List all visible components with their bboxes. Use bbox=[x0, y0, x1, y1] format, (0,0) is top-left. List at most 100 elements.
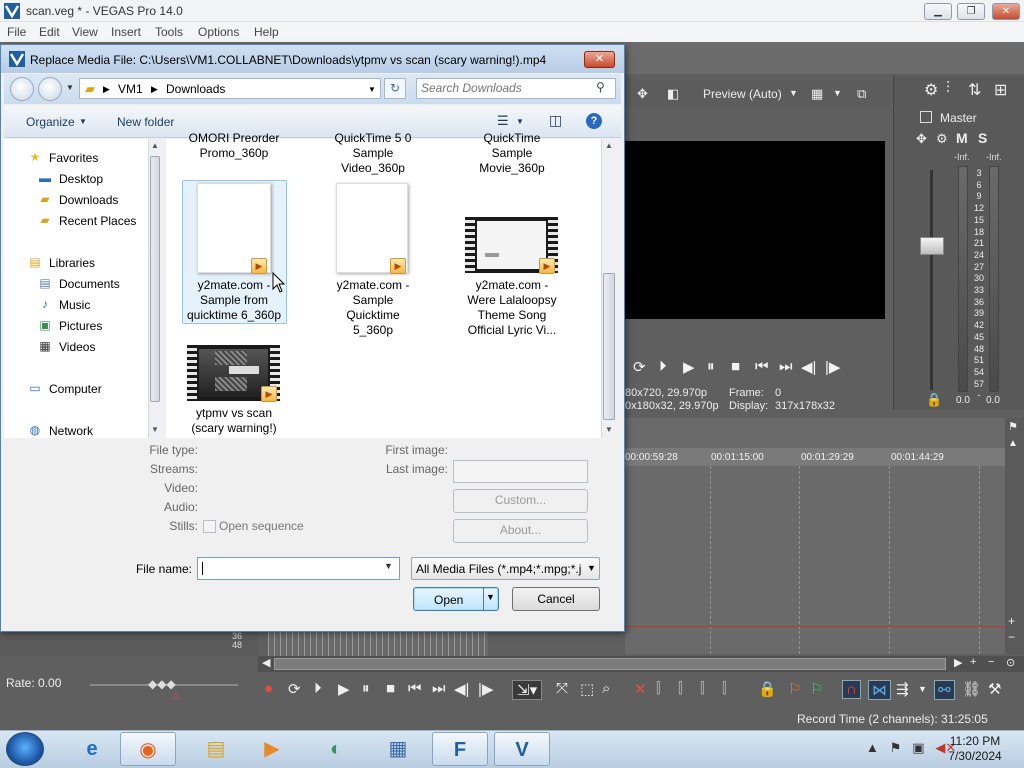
forward-button[interactable] bbox=[38, 77, 62, 101]
pause-icon[interactable]: ⏸ bbox=[362, 680, 370, 697]
nav-favorites[interactable]: ★ Favorites bbox=[30, 150, 99, 165]
file-item-quicktime5-video[interactable]: QuickTime 5 0 Sample Video_360p bbox=[313, 131, 433, 176]
organize-button[interactable]: Organize bbox=[26, 115, 75, 129]
scroll-up-icon[interactable]: ▲ bbox=[1008, 438, 1018, 449]
change-view-icon[interactable]: ☰ bbox=[497, 113, 509, 129]
play-icon[interactable]: ▶ bbox=[338, 680, 350, 698]
last-image-field[interactable] bbox=[453, 460, 588, 483]
file-name-input[interactable] bbox=[201, 561, 379, 575]
scroll-right-icon[interactable]: ▶ bbox=[954, 656, 962, 669]
mute-button[interactable]: M bbox=[956, 130, 968, 146]
menu-insert[interactable]: Insert bbox=[111, 25, 141, 39]
nav-videos[interactable]: ▦ Videos bbox=[39, 339, 95, 354]
loop-icon[interactable]: ⟳ bbox=[288, 680, 301, 698]
flag-icon[interactable]: ⚑ bbox=[890, 740, 902, 755]
file-list-scroll-thumb[interactable] bbox=[603, 273, 615, 420]
scroll-down-icon[interactable]: ▼ bbox=[151, 425, 159, 434]
timeline-vertical-scrollbar[interactable]: ⚑ ▲ + − bbox=[1005, 418, 1024, 654]
clock[interactable]: 11:20 PM 7/30/2024 bbox=[940, 734, 1010, 764]
nav-documents[interactable]: ▤ Documents bbox=[39, 276, 119, 291]
preview-settings-icon[interactable]: ◧ bbox=[667, 86, 679, 102]
next-frame-icon[interactable]: |▶ bbox=[825, 358, 840, 376]
file-item-y2mate-lalaloopsy[interactable]: y2mate.com - Were Lalaloopsy Theme Song … bbox=[452, 278, 572, 338]
scroll-up-icon[interactable]: ▲ bbox=[605, 141, 613, 150]
help-icon[interactable]: ? bbox=[586, 113, 602, 129]
trim-end-icon[interactable]: ⫿ bbox=[700, 680, 705, 697]
auto-crossfade-icon[interactable]: ⋈ bbox=[868, 680, 891, 700]
file-explorer-icon[interactable]: ▤ bbox=[188, 732, 244, 766]
split-icon[interactable]: ⫿ bbox=[722, 680, 727, 697]
lock-icon[interactable]: 🔒 bbox=[926, 392, 942, 408]
search-icon[interactable]: ⚲ bbox=[596, 80, 605, 94]
search-input[interactable] bbox=[421, 81, 591, 95]
zoom-tool-icon[interactable]: ⌕ bbox=[602, 680, 610, 697]
solo-button[interactable]: S bbox=[978, 130, 987, 146]
preview-pane-icon[interactable]: ◫ bbox=[549, 112, 562, 129]
bus-fx-icon[interactable]: ✥ bbox=[916, 131, 927, 147]
chevron-down-icon[interactable]: ▼ bbox=[789, 88, 798, 98]
minimize-button[interactable]: ▁ bbox=[924, 3, 952, 20]
recent-pages-icon[interactable]: ▼ bbox=[66, 83, 74, 92]
normal-edit-tool-icon[interactable]: ⇲▾ bbox=[512, 680, 543, 700]
new-folder-button[interactable]: New folder bbox=[117, 115, 174, 129]
start-button[interactable] bbox=[6, 732, 44, 766]
address-bar[interactable]: ▰ ▶ VM1 ▶ Downloads ▼ bbox=[79, 78, 381, 99]
breadcrumb-downloads[interactable]: Downloads bbox=[166, 82, 225, 96]
chevron-down-icon[interactable]: ▼ bbox=[79, 117, 87, 126]
search-box[interactable] bbox=[416, 78, 616, 99]
zoom-in-icon[interactable]: + bbox=[1008, 614, 1015, 628]
play-icon[interactable]: ▶ bbox=[683, 358, 695, 376]
file-item-quicktime-movie[interactable]: QuickTime Sample Movie_360p bbox=[452, 131, 572, 176]
nav-desktop[interactable]: ▬ Desktop bbox=[39, 171, 103, 186]
nav-pictures[interactable]: ▣ Pictures bbox=[39, 318, 102, 333]
file-type-filter-dropdown[interactable]: All Media Files (*.mp4;*.mpg;*.j ▼ bbox=[411, 557, 600, 580]
internet-explorer-icon[interactable]: e bbox=[64, 732, 120, 766]
trim-start-icon[interactable]: ⫿ bbox=[678, 680, 683, 697]
file-dialog-taskbar-icon[interactable]: F bbox=[432, 732, 488, 766]
zoom-icon[interactable]: ⊙ bbox=[1006, 656, 1015, 669]
chevron-down-icon[interactable]: ▼ bbox=[833, 88, 842, 98]
chevron-up-icon[interactable]: ▲ bbox=[866, 740, 879, 755]
chevron-down-icon[interactable]: ▼ bbox=[516, 117, 524, 126]
mixer-icon[interactable]: ⇅ bbox=[968, 80, 981, 100]
previous-frame-icon[interactable]: ◀| bbox=[454, 680, 469, 698]
menu-edit[interactable]: Edit bbox=[39, 25, 60, 39]
menu-options[interactable]: Options bbox=[198, 25, 239, 39]
rate-slider-thumb[interactable]: ◆◆◆ bbox=[148, 677, 176, 691]
overlays-icon[interactable]: ▦ bbox=[811, 86, 823, 102]
fader-options-icon[interactable]: ⊞ bbox=[994, 80, 1007, 100]
zoom-in-icon[interactable]: + bbox=[970, 656, 976, 668]
master-select-checkbox[interactable] bbox=[920, 111, 932, 123]
loop-icon[interactable]: ⟳ bbox=[633, 358, 646, 376]
record-icon[interactable]: ● bbox=[264, 680, 273, 697]
fx-icon[interactable]: ⫶ bbox=[946, 80, 950, 98]
file-item-y2mate-qt5[interactable]: y2mate.com - Sample Quicktime 5_360p bbox=[313, 278, 433, 338]
media-app-icon[interactable]: ◐ bbox=[308, 732, 364, 766]
chevron-down-icon[interactable]: ▼ bbox=[368, 85, 376, 94]
nav-computer[interactable]: ▭ Computer bbox=[29, 381, 101, 396]
timeline-ruler[interactable]: 00:00:59:28 00:01:15:00 00:01:29:29 00:0… bbox=[625, 448, 1005, 466]
open-sequence-checkbox[interactable] bbox=[203, 520, 216, 533]
delete-icon[interactable]: ✕ bbox=[634, 680, 647, 698]
menu-help[interactable]: Help bbox=[254, 25, 279, 39]
network-icon[interactable]: ▣ bbox=[912, 740, 924, 755]
menu-view[interactable]: View bbox=[72, 25, 98, 39]
scroll-down-icon[interactable]: ▼ bbox=[605, 425, 613, 434]
selection-tool-icon[interactable]: ⬚ bbox=[580, 680, 594, 698]
scroll-up-icon[interactable]: ▲ bbox=[151, 141, 159, 150]
zoom-out-icon[interactable]: − bbox=[1008, 630, 1015, 644]
snapping-icon[interactable]: ∩ bbox=[842, 680, 861, 699]
menu-tools[interactable]: Tools bbox=[155, 25, 183, 39]
nav-libraries[interactable]: ▤ Libraries bbox=[29, 255, 95, 270]
custom-button[interactable]: Custom... bbox=[453, 489, 588, 513]
nav-scroll-thumb[interactable] bbox=[150, 156, 160, 402]
firefox-icon[interactable]: ◉ bbox=[120, 732, 176, 766]
file-item-ytpmv-vs-scan[interactable]: ytpmv vs scan (scary warning!) bbox=[174, 406, 294, 436]
control-panel-icon[interactable]: ▦ bbox=[370, 732, 426, 766]
stop-icon[interactable]: ■ bbox=[386, 680, 395, 697]
go-to-start-icon[interactable]: ⏮ bbox=[755, 358, 769, 375]
breadcrumb-vm1[interactable]: VM1 bbox=[118, 82, 143, 96]
maximize-button[interactable]: ❐ bbox=[957, 3, 985, 20]
bus-settings-icon[interactable]: ⚙ bbox=[936, 131, 948, 147]
media-player-icon[interactable]: ▶ bbox=[244, 732, 300, 766]
